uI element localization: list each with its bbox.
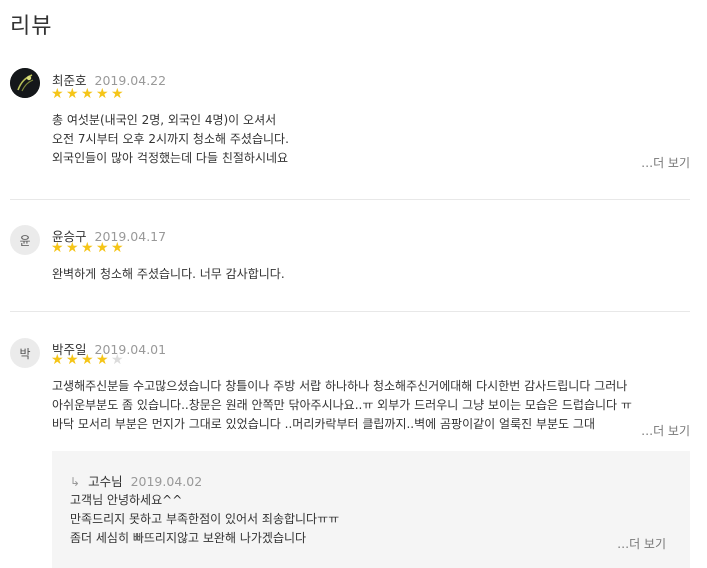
reply-line: 만족드리지 못하고 부족한점이 있어서 죄송합니다ㅠㅠ (70, 512, 340, 526)
review-line: 바닥 모서리 부분은 먼지가 그대로 있었습니다 ..머리카락부터 클립까지..… (52, 417, 595, 431)
avatar[interactable]: 박 (10, 338, 40, 368)
star-icon: ★ (81, 86, 94, 102)
star-icon: ★ (111, 86, 124, 102)
avatar[interactable] (10, 68, 40, 98)
star-icon: ★ (111, 240, 124, 256)
star-rating: ★ ★ ★ ★ ★ (51, 353, 125, 367)
more-button[interactable]: …더 보기 (637, 154, 690, 171)
reply-line: 고객님 안녕하세요^^ (70, 493, 183, 507)
avatar-photo-icon (10, 68, 40, 98)
star-icon: ★ (51, 352, 64, 368)
star-icon: ★ (51, 86, 64, 102)
reply-box: ↳ 고수님 2019.04.02 고객님 안녕하세요^^ 만족드리지 못하고 부… (52, 451, 690, 568)
star-rating: ★ ★ ★ ★ ★ (51, 87, 125, 101)
star-icon: ★ (66, 86, 79, 102)
review-line: 총 여섯분(내국인 2명, 외국인 4명)이 오셔서 (52, 113, 277, 127)
star-icon: ★ (51, 240, 64, 256)
review-line: 아쉬운부분도 좀 있습니다..창문은 원래 안쪽만 닦아주시나요..ㅠ 외부가 … (52, 398, 632, 412)
review-line: 외국인들이 많아 걱정했는데 다들 친절하시네요 (52, 151, 289, 165)
review-line: 오전 7시부터 오후 2시까지 청소해 주셨습니다. (52, 132, 289, 146)
star-icon: ★ (81, 240, 94, 256)
review-line: 고생해주신분들 수고많으셨습니다 창틀이나 주방 서랍 하나하나 청소해주신거에… (52, 379, 628, 393)
divider (10, 311, 690, 312)
review-item: 최준호 2019.04.22 ★ ★ ★ ★ ★ 총 여섯분(내국인 2명, 외… (10, 68, 690, 178)
star-icon: ★ (96, 240, 109, 256)
reply-date: 2019.04.02 (130, 474, 203, 489)
star-icon: ★ (66, 240, 79, 256)
star-empty-icon: ★ (111, 352, 124, 368)
reply-more-button[interactable]: …더 보기 (617, 535, 666, 552)
review-line: 완벽하게 청소해 주셨습니다. 너무 감사합니다. (52, 267, 285, 281)
star-icon: ★ (66, 352, 79, 368)
avatar[interactable]: 윤 (10, 225, 40, 255)
review-item: 박 박주일 2019.04.01 ★ ★ ★ ★ ★ 고생해주신분들 수고많으셨… (10, 337, 690, 447)
review-body: 완벽하게 청소해 주셨습니다. 너무 감사합니다. (52, 265, 285, 284)
star-rating: ★ ★ ★ ★ ★ (51, 241, 125, 255)
star-icon: ★ (96, 86, 109, 102)
reply-body: 고객님 안녕하세요^^ 만족드리지 못하고 부족한점이 있어서 죄송합니다ㅠㅠ … (70, 491, 339, 548)
page-title: 리뷰 (10, 14, 53, 39)
review-item: 윤 윤승구 2019.04.17 ★ ★ ★ ★ ★ 완벽하게 청소해 주셨습니… (10, 224, 690, 294)
reply-arrow-icon: ↳ (70, 475, 81, 489)
star-icon: ★ (81, 352, 94, 368)
more-button[interactable]: …더 보기 (637, 422, 690, 439)
star-icon: ★ (96, 352, 109, 368)
review-body: 총 여섯분(내국인 2명, 외국인 4명)이 오셔서 오전 7시부터 오후 2시… (52, 111, 289, 168)
reply-author: 고수님 (88, 474, 123, 489)
divider (10, 199, 690, 200)
review-body: 고생해주신분들 수고많으셨습니다 창틀이나 주방 서랍 하나하나 청소해주신거에… (52, 377, 682, 434)
reply-line: 좀더 세심히 빠뜨리지않고 보완해 나가겠습니다 (70, 531, 307, 545)
